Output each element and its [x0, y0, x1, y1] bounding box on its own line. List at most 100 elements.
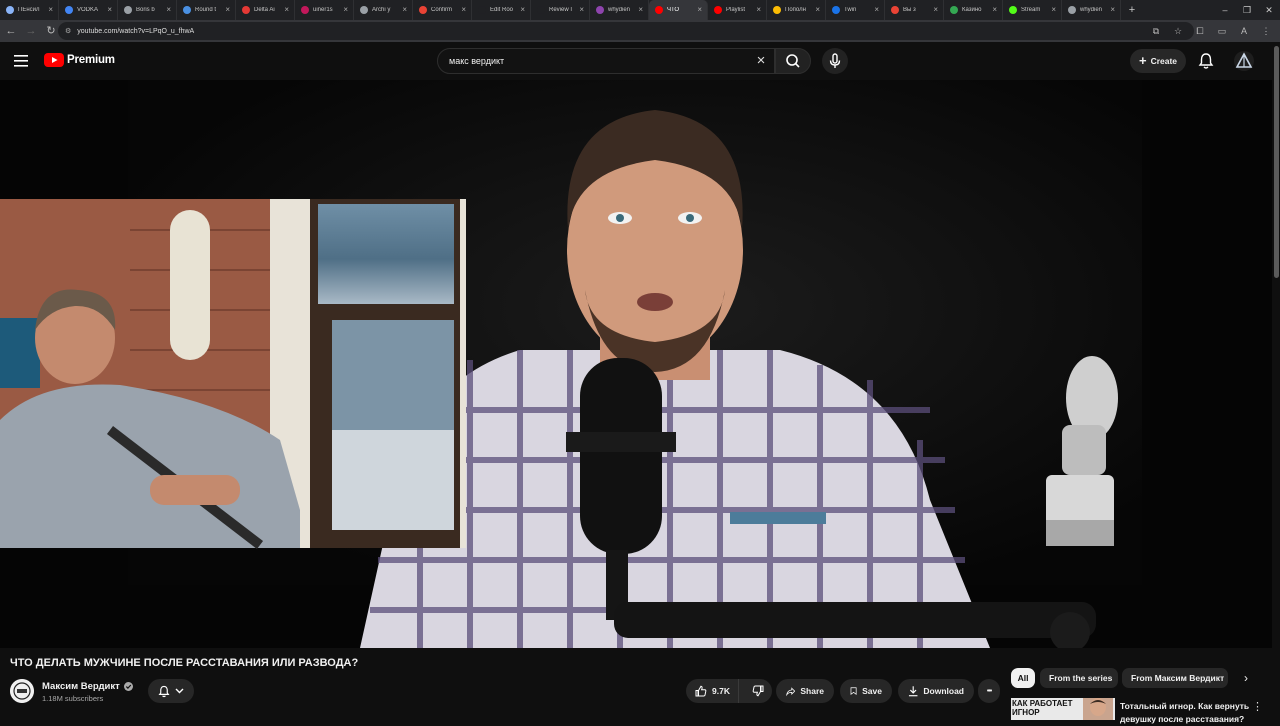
dislike-button[interactable] [744, 679, 772, 703]
maximize-button[interactable]: ❐ [1236, 0, 1258, 20]
subscription-bell-button[interactable] [148, 679, 194, 703]
close-tab-icon[interactable]: × [815, 5, 820, 15]
close-tab-icon[interactable]: × [343, 5, 348, 15]
open-in-app-icon[interactable]: ⧉ [1148, 22, 1164, 40]
tab-favicon-icon [714, 6, 722, 14]
minimize-button[interactable]: – [1214, 0, 1236, 20]
browser-tab[interactable]: ПЕнсил × [0, 0, 59, 20]
plus-icon: + [1138, 53, 1147, 68]
profile-icon[interactable]: A [1236, 22, 1252, 40]
close-tab-icon[interactable]: × [579, 5, 584, 15]
browser-tab[interactable]: Edit Roo × [472, 0, 531, 20]
extensions-icon[interactable]: ⧠ [1192, 22, 1208, 40]
tab-label: ЧТО [667, 7, 680, 13]
chip-all[interactable]: All [1011, 668, 1035, 688]
close-window-button[interactable]: ✕ [1258, 0, 1280, 20]
share-button[interactable]: Share [776, 679, 834, 703]
browser-tab[interactable]: Confirm × [413, 0, 472, 20]
browser-tab[interactable]: Delta Ai × [236, 0, 295, 20]
menu-icon[interactable] [14, 55, 28, 67]
close-tab-icon[interactable]: × [874, 5, 879, 15]
tab-label: VODKA [77, 7, 99, 13]
suggested-video-thumbnail[interactable]: КАК РАБОТАЕТ ИГНОР [1011, 698, 1115, 720]
download-button[interactable]: Download [898, 679, 974, 703]
tab-label: Пополн [785, 7, 806, 13]
close-tab-icon[interactable]: × [697, 5, 702, 15]
close-tab-icon[interactable]: × [1051, 5, 1056, 15]
browser-tab[interactable]: Пополн × [767, 0, 826, 20]
webcam-overlay [0, 199, 466, 549]
browser-tab[interactable]: uiner1s × [295, 0, 354, 20]
browser-tab[interactable]: Archi y × [354, 0, 413, 20]
channel-avatar[interactable] [10, 679, 34, 703]
youtube-logo[interactable]: Premium [44, 53, 115, 67]
browser-menu-icon[interactable]: ⋮ [1258, 22, 1274, 40]
cast-icon[interactable]: ▭ [1214, 22, 1230, 40]
browser-tab[interactable]: Вы з × [885, 0, 944, 20]
more-actions-button[interactable]: ••• [978, 679, 1000, 703]
close-tab-icon[interactable]: × [402, 5, 407, 15]
browser-tab[interactable]: Stream × [1003, 0, 1062, 20]
address-bar[interactable]: ⚙ youtube.com/watch?v=LPqO_u_fhwA [58, 22, 1194, 40]
tab-label: Review I [549, 7, 573, 13]
clear-search-icon[interactable]: × [752, 52, 770, 70]
video-player[interactable] [0, 80, 1272, 648]
tab-favicon-icon [183, 6, 191, 14]
close-tab-icon[interactable]: × [107, 5, 112, 15]
browser-tab[interactable]: Twin × [826, 0, 885, 20]
scrollbar-thumb[interactable] [1274, 46, 1279, 278]
new-tab-button[interactable]: + [1121, 0, 1143, 20]
browser-tab[interactable]: Round t × [177, 0, 236, 20]
search-button[interactable] [775, 48, 811, 74]
chip-from-series[interactable]: From the series [1040, 668, 1118, 688]
tab-label: Вы з [903, 7, 916, 13]
suggested-more-icon[interactable]: ⋮ [1252, 700, 1263, 713]
chip-from-channel[interactable]: From Максим Вердикт [1122, 668, 1228, 688]
tab-favicon-icon [891, 6, 899, 14]
browser-tab[interactable]: Playlist × [708, 0, 767, 20]
browser-tab[interactable]: Review I × [531, 0, 590, 20]
browser-tab[interactable]: VODKA × [59, 0, 118, 20]
account-avatar[interactable] [1234, 51, 1254, 71]
close-tab-icon[interactable]: × [225, 5, 230, 15]
tab-label: whydien [1080, 7, 1103, 13]
back-button[interactable]: ← [2, 22, 20, 40]
browser-tab[interactable]: Boris b × [118, 0, 177, 20]
voice-search-button[interactable] [822, 48, 848, 74]
thumbnail-caption: КАК РАБОТАЕТ ИГНОР [1012, 699, 1073, 717]
like-dislike-group: 9.7K [686, 679, 772, 703]
notifications-bell-icon[interactable] [1198, 52, 1214, 70]
forward-button[interactable]: → [22, 22, 40, 40]
browser-tab[interactable]: whydien × [1062, 0, 1121, 20]
tab-favicon-icon [301, 6, 309, 14]
browser-tab[interactable]: whydien × [590, 0, 649, 20]
close-tab-icon[interactable]: × [992, 5, 997, 15]
browser-tab[interactable]: Казино × [944, 0, 1003, 20]
close-tab-icon[interactable]: × [461, 5, 466, 15]
search-input[interactable]: макс вердикт [437, 48, 775, 74]
create-button[interactable]: + Create [1130, 49, 1186, 73]
close-tab-icon[interactable]: × [48, 5, 53, 15]
close-tab-icon[interactable]: × [638, 5, 643, 15]
tab-label: Twin [844, 7, 857, 13]
suggested-video-title[interactable]: Тотальный игнор. Как вернуть девушку пос… [1120, 700, 1252, 726]
close-tab-icon[interactable]: × [756, 5, 761, 15]
close-tab-icon[interactable]: × [933, 5, 938, 15]
tab-favicon-icon [773, 6, 781, 14]
more-icon: ••• [986, 687, 992, 695]
bookmark-star-icon[interactable]: ☆ [1170, 22, 1186, 40]
tab-label: Confirm [431, 7, 453, 13]
save-button[interactable]: Save [840, 679, 892, 703]
close-tab-icon[interactable]: × [1110, 5, 1115, 15]
close-tab-icon[interactable]: × [284, 5, 289, 15]
chevron-right-icon[interactable]: › [1236, 668, 1256, 688]
save-icon [850, 687, 857, 695]
close-tab-icon[interactable]: × [520, 5, 525, 15]
browser-tab[interactable]: ЧТО × [649, 0, 708, 20]
site-info-icon[interactable]: ⚙ [65, 27, 71, 35]
channel-name[interactable]: Максим Вердикт [42, 681, 120, 692]
close-tab-icon[interactable]: × [166, 5, 171, 15]
video-title: ЧТО ДЕЛАТЬ МУЖЧИНЕ ПОСЛЕ РАССТАВАНИЯ ИЛИ… [10, 657, 359, 669]
page-scrollbar[interactable] [1272, 42, 1280, 720]
like-button[interactable]: 9.7K [686, 679, 739, 703]
